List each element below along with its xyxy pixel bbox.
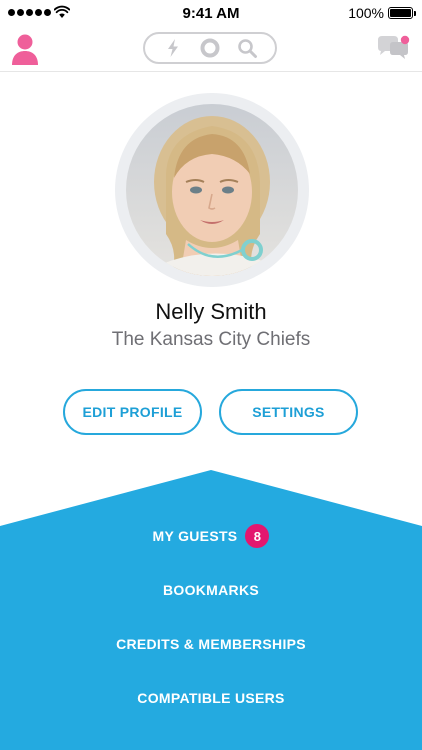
status-bar: 9:41 AM 100% xyxy=(0,0,422,26)
menu-item-my-guests[interactable]: MY GUESTS 8 xyxy=(0,524,422,548)
chat-bubbles-icon[interactable] xyxy=(376,34,412,62)
nav-bar xyxy=(0,26,422,72)
edit-profile-button[interactable]: EDIT PROFILE xyxy=(63,389,202,435)
guests-count-badge: 8 xyxy=(245,524,270,548)
battery-percent: 100% xyxy=(348,5,384,21)
search-icon[interactable] xyxy=(236,37,258,59)
lightning-icon[interactable] xyxy=(162,37,184,59)
menu-item-label: COMPATIBLE USERS xyxy=(137,690,285,706)
menu-item-label: MY GUESTS xyxy=(152,528,238,544)
profile-name: Nelly Smith xyxy=(155,299,267,324)
avatar[interactable] xyxy=(126,104,298,276)
avatar-frame xyxy=(115,93,309,287)
mode-switcher xyxy=(143,32,277,64)
menu-item-credits-memberships[interactable]: CREDITS & MEMBERSHIPS xyxy=(0,632,422,656)
menu-item-compatible-users[interactable]: COMPATIBLE USERS xyxy=(0,686,422,710)
menu-item-label: BOOKMARKS xyxy=(162,582,260,598)
menu-item-label: CREDITS & MEMBERSHIPS xyxy=(116,636,306,652)
profile-photo xyxy=(126,104,298,276)
circle-icon[interactable] xyxy=(199,37,221,59)
settings-button[interactable]: SETTINGS xyxy=(219,389,358,435)
menu-item-bookmarks[interactable]: BOOKMARKS xyxy=(0,578,422,602)
profile-team: The Kansas City Chiefs xyxy=(111,329,311,350)
user-profile-icon[interactable] xyxy=(10,32,40,66)
battery-icon xyxy=(388,7,416,19)
